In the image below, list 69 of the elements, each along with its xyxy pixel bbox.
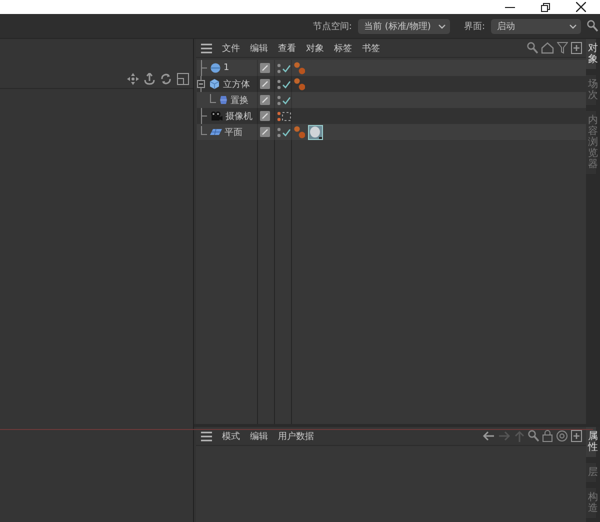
caret-icon — [438, 24, 446, 28]
collapse-icon[interactable] — [197, 76, 206, 92]
layer-icon[interactable] — [260, 111, 270, 121]
check-icon[interactable] — [282, 96, 291, 104]
rotate-icon[interactable] — [160, 73, 172, 85]
filter-icon[interactable] — [557, 42, 568, 54]
material-tag-icon[interactable] — [294, 62, 305, 74]
menu-item[interactable]: 文件 — [222, 42, 240, 54]
menu-item[interactable]: 书签 — [362, 42, 380, 54]
menu-item[interactable]: 编辑 — [250, 430, 268, 442]
new-window-icon[interactable] — [571, 42, 582, 54]
lock-icon[interactable] — [542, 430, 553, 442]
node-space-label: 节点空间: — [312, 20, 352, 32]
object-name[interactable]: 置换 — [230, 94, 248, 106]
sphere-icon — [210, 62, 220, 74]
object-name[interactable]: 摄像机 — [226, 110, 252, 122]
plane-icon — [210, 126, 222, 138]
check-icon[interactable] — [282, 128, 291, 136]
menu-item[interactable]: 查看 — [278, 42, 296, 54]
menu-item[interactable]: 标签 — [334, 42, 352, 54]
menu-icon[interactable] — [201, 430, 212, 442]
visibility-dots-icon[interactable] — [277, 94, 281, 106]
move-icon[interactable] — [127, 73, 139, 85]
tree-line — [210, 94, 216, 102]
layer-icon[interactable] — [260, 79, 270, 89]
object-name[interactable]: 立方体 — [223, 78, 250, 90]
visibility-dots-icon[interactable] — [277, 78, 281, 90]
search-icon[interactable] — [528, 430, 539, 442]
layer-icon[interactable] — [260, 127, 270, 137]
minimize-icon[interactable] — [505, 6, 515, 8]
new-window-icon[interactable] — [571, 430, 582, 442]
layout-dropdown[interactable]: 启动 — [491, 18, 581, 34]
layout-icon[interactable] — [177, 73, 189, 85]
menu-item[interactable]: 模式 — [222, 430, 240, 442]
search-icon[interactable] — [527, 42, 538, 54]
deformer-icon — [218, 94, 228, 106]
anchor-icon[interactable] — [144, 73, 155, 85]
check-icon[interactable] — [282, 64, 291, 72]
close-icon[interactable] — [576, 2, 586, 12]
check-icon[interactable] — [282, 80, 291, 88]
target-icon[interactable] — [556, 430, 568, 442]
back-arrow-icon[interactable] — [482, 430, 495, 442]
restore-icon[interactable] — [541, 2, 550, 12]
object-name[interactable]: 平面 — [224, 126, 242, 138]
layer-icon[interactable] — [260, 95, 270, 105]
menu-icon[interactable] — [201, 42, 212, 54]
object-name[interactable]: 1 — [224, 63, 230, 73]
side-tab[interactable]: 属性 — [586, 427, 596, 457]
menu-item[interactable]: 编辑 — [250, 42, 268, 54]
menu-item[interactable]: 对象 — [306, 42, 324, 54]
side-tab[interactable]: 对象 — [586, 39, 596, 69]
tree-line — [200, 126, 206, 134]
menu-item[interactable]: 用户数据 — [278, 430, 314, 442]
home-icon[interactable] — [541, 42, 554, 54]
node-space-dropdown[interactable]: 当前 (标准/物理) — [358, 18, 450, 34]
material-tag-icon[interactable] — [294, 126, 305, 138]
tree-line — [200, 108, 206, 124]
layout-label: 界面: — [464, 20, 485, 32]
camera-icon — [210, 110, 222, 122]
search-icon[interactable] — [587, 20, 598, 32]
caret-icon — [569, 24, 577, 28]
visibility-dots-icon[interactable] — [277, 62, 281, 74]
cube-icon — [209, 78, 220, 90]
material-tag-icon[interactable] — [294, 78, 305, 90]
layer-icon[interactable] — [260, 63, 270, 73]
visibility-dots-icon[interactable] — [277, 126, 281, 138]
tree-line — [200, 60, 206, 76]
material-preview-icon[interactable] — [308, 124, 323, 140]
visibility-dots-icon[interactable] — [277, 110, 281, 122]
